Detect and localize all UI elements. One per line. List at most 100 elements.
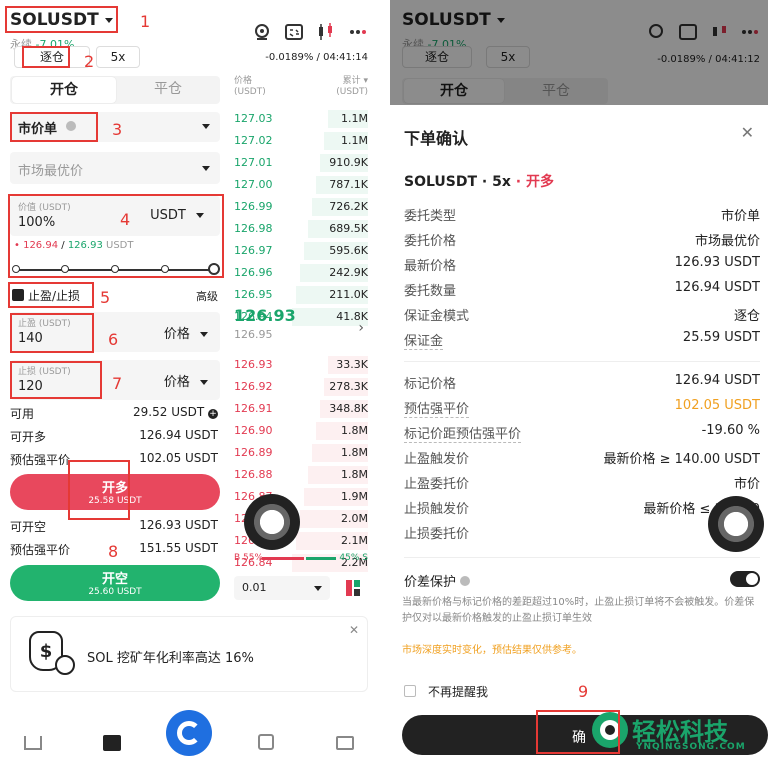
earn-icon[interactable]: [258, 734, 274, 750]
order-confirm-dialog: 下单确认 ✕ SOLUSDT · 5x · 开多 委托类型 市价单 委托价格 市场最优…: [390, 105, 768, 758]
tab-open[interactable]: 开仓: [12, 77, 116, 103]
annotation-number: 8: [108, 542, 119, 561]
promo-banner[interactable]: $ SOL 挖矿年化利率高达 16% ✕: [10, 616, 368, 692]
sl-type-select[interactable]: 价格: [164, 371, 208, 390]
ob-price: 127.01: [234, 156, 273, 169]
modal-backdrop[interactable]: [390, 0, 768, 105]
annotation-box: [10, 313, 94, 353]
wallet-icon[interactable]: [336, 736, 354, 750]
confirm-row: 止损触发价 最新价格 ≤ 120.00: [404, 498, 760, 518]
order-book-row[interactable]: 126.97 595.6K: [234, 240, 368, 262]
order-book-row[interactable]: 127.01 910.9K: [234, 152, 368, 174]
market-price-field[interactable]: 市场最优价: [10, 152, 220, 184]
confirm-row-value: -19.60 %: [701, 423, 760, 438]
order-book-row[interactable]: 126.89 1.8M: [234, 442, 368, 464]
chevron-down-icon: [200, 380, 208, 385]
confirm-row-label: 标记价格: [404, 377, 457, 392]
confirm-row-value: 25.59 USDT: [682, 330, 760, 345]
order-book-row[interactable]: 126.98 689.5K: [234, 218, 368, 240]
calculator-icon[interactable]: [284, 22, 304, 42]
tab-close[interactable]: 平仓: [116, 76, 220, 104]
confirm-row-label: 委托价格: [404, 234, 457, 249]
confirm-row-label: 止损触发价: [404, 502, 470, 517]
confirm-row-value: 市价: [733, 477, 760, 492]
liq-value-short: 151.55 USDT: [139, 541, 218, 555]
last-price: 126.93: [234, 306, 296, 325]
kline-icon[interactable]: [316, 22, 336, 42]
order-book-row[interactable]: 127.00 787.1K: [234, 174, 368, 196]
confirm-row-label: 预估强平价: [404, 398, 470, 418]
confirm-row: 委托数量 126.94 USDT: [404, 280, 760, 300]
order-book-row[interactable]: 126.95 211.0K: [234, 284, 368, 306]
chevron-down-icon: [202, 124, 210, 129]
available-label: 可用: [10, 407, 35, 421]
ob-price: 126.96: [234, 266, 273, 279]
home-logo-button[interactable]: [166, 710, 212, 756]
order-book-row[interactable]: 126.92 278.3K: [234, 376, 368, 398]
can-long-label: 可开多: [10, 430, 47, 444]
annotation-box: [8, 194, 224, 278]
tp-type-select[interactable]: 价格: [164, 323, 208, 342]
liq-value-long: 102.05 USDT: [139, 451, 218, 465]
advanced-link[interactable]: 高级: [196, 288, 218, 304]
copy-trade-icon[interactable]: [252, 22, 272, 42]
order-book-row[interactable]: 126.91 348.8K: [234, 398, 368, 420]
funding-rate: -0.0189% / 04:41:14: [265, 52, 368, 63]
floating-assistive-button[interactable]: [244, 494, 300, 550]
confirm-row: 止损委托价: [404, 523, 760, 543]
confirm-row-label: 标记价距预估强平价: [404, 423, 522, 443]
available-value: 29.52 USDT +: [133, 405, 218, 419]
layout-icon[interactable]: [346, 580, 360, 596]
floating-assistive-button[interactable]: [708, 496, 764, 552]
ob-price: 127.03: [234, 112, 273, 125]
ob-total: 1.8M: [341, 446, 368, 459]
plus-icon[interactable]: +: [208, 409, 218, 419]
confirm-row-value: 126.94 USDT: [674, 373, 760, 388]
leverage-button[interactable]: 5x: [96, 46, 140, 68]
spread-protect-label: 价差保护: [404, 571, 471, 590]
annotation-number: 9: [578, 682, 589, 701]
ob-total: 726.2K: [329, 200, 368, 213]
order-book-row[interactable]: 126.90 1.8M: [234, 420, 368, 442]
ob-total: 595.6K: [329, 244, 368, 257]
trade-panel: SOLUSDT 永续 -7.01% -0.0189% / 04:41:14 逐仓…: [0, 0, 378, 758]
dialog-title: 下单确认: [404, 129, 469, 148]
ob-price: 126.90: [234, 424, 273, 437]
order-book-row[interactable]: 126.88 1.8M: [234, 464, 368, 486]
ob-total: 2.0M: [341, 512, 368, 525]
close-icon[interactable]: ✕: [741, 123, 754, 142]
ob-price: 126.98: [234, 222, 273, 235]
more-icon[interactable]: [348, 22, 368, 42]
ob-price: 127.00: [234, 178, 273, 191]
chevron-down-icon: [202, 166, 210, 171]
order-book-row[interactable]: 127.03 1.1M: [234, 108, 368, 130]
annotation-box: [10, 112, 98, 142]
order-book-row[interactable]: 127.02 1.1M: [234, 130, 368, 152]
confirm-row-value: 逐仓: [733, 309, 760, 324]
warning-note: 市场深度实时变化，预估结果仅供参考。: [402, 645, 582, 656]
can-long-value: 126.94 USDT: [139, 428, 218, 442]
ob-price: 126.91: [234, 402, 273, 415]
ob-price: 126.89: [234, 446, 273, 459]
ob-price: 126.95: [234, 288, 273, 301]
close-icon[interactable]: ✕: [349, 623, 359, 637]
ob-total: 1.8M: [341, 468, 368, 481]
ob-total: 211.0K: [329, 288, 368, 301]
confirm-row-label: 保证金模式: [404, 309, 470, 324]
annotation-number: 5: [100, 288, 111, 307]
confirm-row: 标记价格 126.94 USDT: [404, 373, 760, 393]
chevron-right-icon[interactable]: ›: [358, 320, 364, 336]
home-icon[interactable]: [24, 736, 42, 750]
spread-protect-toggle[interactable]: [730, 571, 760, 587]
confirm-row: 止盈委托价 市价: [404, 473, 760, 493]
tick-size-select[interactable]: 0.01: [234, 576, 330, 600]
no-remind-checkbox[interactable]: [404, 685, 416, 697]
order-book-row[interactable]: 126.96 242.9K: [234, 262, 368, 284]
order-book-row[interactable]: 126.99 726.2K: [234, 196, 368, 218]
open-short-button[interactable]: 开空 25.60 USDT: [10, 565, 220, 601]
market-icon[interactable]: [103, 735, 121, 751]
confirm-row: 保证金 25.59 USDT: [404, 330, 760, 350]
order-book-row[interactable]: 126.93 33.3K: [234, 354, 368, 376]
confirm-row-value: 市场最优价: [694, 234, 760, 249]
ob-total: 1.1M: [341, 134, 368, 147]
